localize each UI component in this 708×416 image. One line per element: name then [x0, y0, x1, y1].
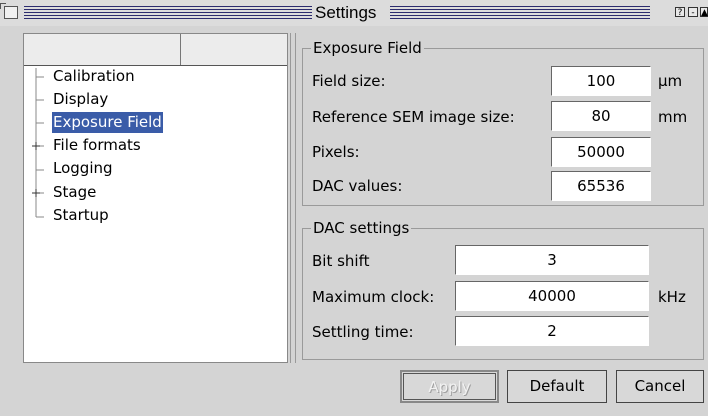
ref-sem-input[interactable]: 80 — [551, 101, 651, 131]
apply-button[interactable]: Apply — [400, 370, 499, 403]
dac-settings-title: DAC settings — [311, 219, 412, 237]
field-size-label: Field size: — [312, 72, 386, 90]
bit-shift-input[interactable]: 3 — [455, 245, 649, 275]
panel-splitter[interactable] — [290, 33, 296, 363]
help-icon[interactable]: ? — [675, 7, 685, 18]
ref-sem-unit: mm — [658, 108, 688, 126]
tree-item-exposure-field[interactable]: Exposure Field — [52, 112, 163, 133]
bit-shift-label: Bit shift — [312, 252, 370, 270]
dac-settings-group: DAC settings Bit shift 3 Maximum clock: … — [302, 219, 704, 360]
settling-time-input[interactable]: 2 — [455, 316, 649, 346]
title-stripes-right — [390, 6, 650, 19]
exposure-field-group: Exposure Field Field size: 100 µm Refere… — [302, 39, 704, 206]
pixels-input[interactable]: 50000 — [551, 137, 651, 167]
settling-time-label: Settling time: — [312, 323, 414, 341]
cancel-button[interactable]: Cancel — [616, 370, 704, 403]
window-menu-icon[interactable] — [0, 3, 18, 19]
field-size-unit: µm — [658, 72, 683, 90]
pixels-label: Pixels: — [312, 143, 360, 161]
tree-item-startup[interactable]: Startup — [52, 205, 110, 226]
maximize-icon[interactable]: ▲ — [700, 7, 708, 18]
tree-item-logging[interactable]: Logging — [52, 158, 114, 179]
tree-header-section-2[interactable] — [181, 34, 287, 65]
tree-item-stage[interactable]: Stage — [52, 182, 97, 203]
max-clock-input[interactable]: 40000 — [455, 281, 649, 311]
exposure-field-title: Exposure Field — [311, 39, 424, 57]
tree-header — [24, 34, 287, 66]
field-size-input[interactable]: 100 — [551, 66, 651, 96]
minimize-icon[interactable]: - — [688, 7, 698, 18]
tree-item-display[interactable]: Display — [52, 89, 109, 110]
dac-values-label: DAC values: — [312, 177, 403, 195]
tree-item-file-formats[interactable]: File formats — [52, 135, 142, 156]
tree-branch-lines — [32, 68, 44, 218]
dac-values-input[interactable]: 65536 — [551, 171, 651, 201]
max-clock-label: Maximum clock: — [312, 288, 435, 306]
title-stripes-left — [24, 6, 312, 19]
ref-sem-label: Reference SEM image size: — [312, 108, 515, 126]
default-button[interactable]: Default — [507, 370, 607, 403]
tree-item-calibration[interactable]: Calibration — [52, 66, 136, 87]
window-title: Settings — [313, 3, 379, 23]
title-bar[interactable]: Settings ? - ▲ — [0, 0, 708, 26]
settings-tree[interactable]: Calibration Display Exposure Field File … — [23, 33, 288, 363]
max-clock-unit: kHz — [658, 288, 686, 306]
